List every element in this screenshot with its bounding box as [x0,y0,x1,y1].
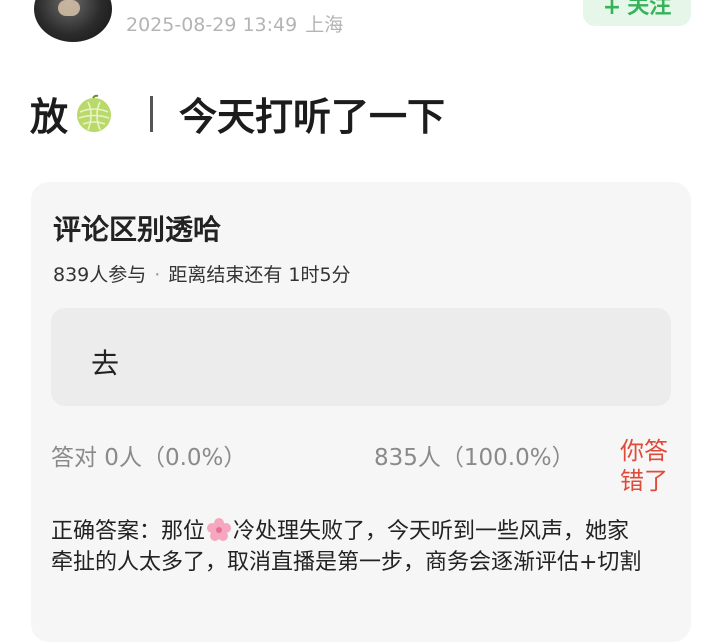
avatar[interactable] [34,0,112,42]
poll-card: 评论区别透哈 839人参与 · 距离结束还有 1时5分 去 答对 0人（0.0%） … [31,182,691,642]
poll-title: 评论区别透哈 [53,213,222,246]
poll-participants: 839人参与 [53,264,147,286]
result-line2: 错了 [620,467,668,495]
follow-label: 关注 [627,0,672,19]
separator-dot: · [154,264,161,286]
post-location: 上海 [305,14,344,36]
title-right: 今天打听了一下 [179,95,446,139]
title-separator [150,95,154,132]
poll-remaining: 距离结束还有 1时5分 [168,264,351,286]
correct-answer: 正确答案：那位 冷处理失败了，今天听到一些风声，她家牵扯的人太多了，取消直播是第… [51,516,651,578]
option-count: 835人（100.0%） [374,445,575,471]
cherry-blossom-icon [207,518,232,541]
poll-option-label: 去 [91,347,120,380]
post-header: 2025-08-29 13:49 上海 + 关注 [0,0,720,60]
poll-subtitle: 839人参与 · 距离结束还有 1时5分 [53,260,351,287]
correct-count: 答对 0人（0.0%） [51,445,247,471]
post-timestamp: 2025-08-29 13:49 [126,14,298,36]
follow-button[interactable]: + 关注 [583,0,691,26]
melon-icon [77,94,112,132]
poll-option[interactable]: 去 [51,308,671,406]
post-title: 放 今天打听了一下 [30,86,445,141]
result-line1: 你答 [620,437,668,465]
plus-icon: + [602,0,622,20]
post-meta: 2025-08-29 13:49 上海 [126,10,343,37]
title-left: 放 [30,95,69,139]
answer-prefix: 正确答案：那位 [51,519,206,544]
result-badge: 你答 错了 [620,436,668,496]
